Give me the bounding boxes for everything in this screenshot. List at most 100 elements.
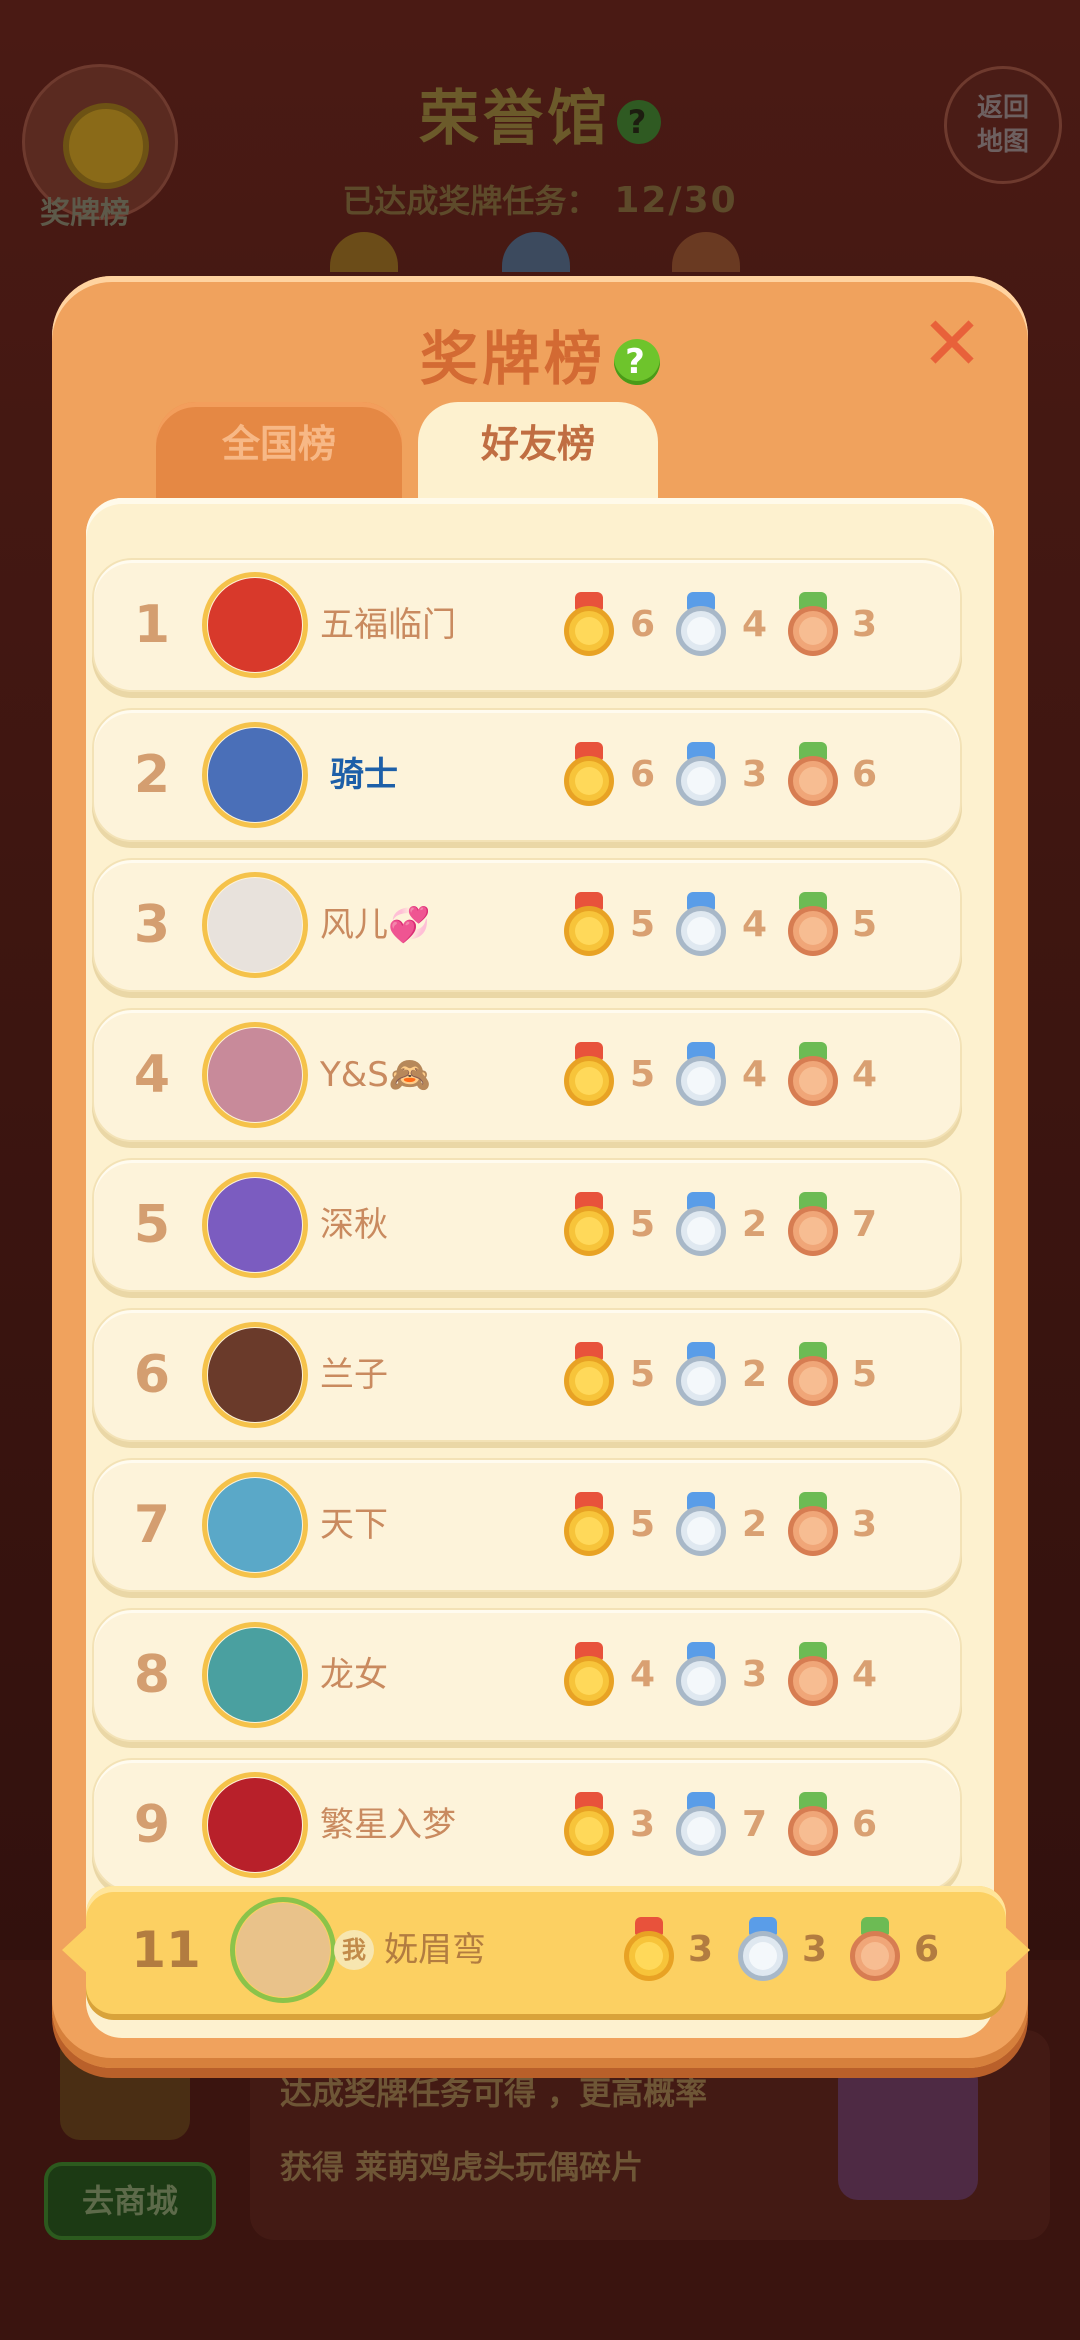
bronze-count: 6 bbox=[852, 1804, 878, 1845]
player-nickname: Y&S🙈 bbox=[320, 1055, 432, 1095]
rank-number: 3 bbox=[133, 895, 171, 955]
leaderboard-row[interactable]: 5 深秋 5 2 7 bbox=[92, 1158, 962, 1292]
silver-medal-icon bbox=[676, 892, 726, 958]
bronze-medal-icon bbox=[788, 1342, 838, 1408]
help-icon[interactable]: ? bbox=[617, 100, 661, 145]
gold-count: 5 bbox=[630, 1054, 656, 1095]
avatar-frame bbox=[202, 872, 308, 978]
player-nickname: 兰子 bbox=[320, 1355, 388, 1395]
gold-count: 5 bbox=[630, 1204, 656, 1245]
bronze-count: 6 bbox=[852, 754, 878, 795]
bronze-medal-icon bbox=[788, 892, 838, 958]
rank-number: 8 bbox=[133, 1645, 171, 1705]
avatar-frame bbox=[202, 1772, 308, 1878]
progress-value: 12/30 bbox=[614, 180, 738, 221]
my-silver-count: 3 bbox=[802, 1929, 828, 1970]
leaderboard-row[interactable]: 6 兰子 5 2 5 bbox=[92, 1308, 962, 1442]
rank-number: 2 bbox=[133, 745, 171, 805]
gold-count: 5 bbox=[630, 1504, 656, 1545]
silver-count: 4 bbox=[742, 1054, 768, 1095]
reward-info-line-2: 获得 莱萌鸡虎头玩偶碎片 bbox=[280, 2148, 644, 2186]
tab-friends[interactable]: 好友榜 bbox=[418, 402, 658, 512]
dialog-title-text: 奖牌榜 bbox=[419, 325, 606, 393]
player-nickname: 天下 bbox=[320, 1505, 388, 1545]
help-icon[interactable]: ? bbox=[614, 339, 660, 385]
rank-number: 4 bbox=[133, 1045, 171, 1105]
hall-title-text: 荣誉馆 bbox=[419, 84, 611, 154]
gift-box-icon bbox=[838, 2060, 978, 2200]
rank-number: 1 bbox=[133, 595, 171, 655]
rank-number: 7 bbox=[133, 1495, 171, 1555]
gold-medal-icon bbox=[564, 1792, 614, 1858]
my-avatar-frame bbox=[230, 1897, 336, 2003]
gold-count: 6 bbox=[630, 754, 656, 795]
bronze-count: 4 bbox=[852, 1654, 878, 1695]
silver-count: 3 bbox=[742, 754, 768, 795]
silver-medal-icon bbox=[676, 1042, 726, 1108]
silver-medal-icon bbox=[676, 592, 726, 658]
bronze-medal-icon bbox=[788, 742, 838, 808]
self-row-left-arrow bbox=[62, 1926, 88, 1974]
gold-medal-icon bbox=[624, 1917, 674, 1983]
gold-medal-icon bbox=[564, 742, 614, 808]
my-rank-row[interactable]: 11 我 妩眉弯 3 3 6 bbox=[86, 1886, 1006, 2014]
progress-label: 已达成奖牌任务： bbox=[342, 182, 599, 220]
gold-count: 4 bbox=[630, 1654, 656, 1695]
bronze-medal-icon bbox=[788, 1642, 838, 1708]
gold-count: 6 bbox=[630, 604, 656, 645]
gold-medal-icon bbox=[564, 1492, 614, 1558]
gold-medal-icon bbox=[564, 592, 614, 658]
avatar-frame bbox=[202, 1322, 308, 1428]
gold-medal-icon bbox=[564, 1042, 614, 1108]
leaderboard-row[interactable]: 2 骑士 6 3 6 bbox=[92, 708, 962, 842]
my-nickname: 妩眉弯 bbox=[384, 1930, 486, 1970]
tab-national[interactable]: 全国榜 bbox=[156, 402, 402, 512]
player-nickname: 风儿💞 bbox=[320, 905, 431, 945]
silver-medal-icon bbox=[676, 1492, 726, 1558]
silver-medal-icon bbox=[676, 1192, 726, 1258]
silver-medal-icon bbox=[676, 1792, 726, 1858]
bronze-medal-icon bbox=[850, 1917, 900, 1983]
gold-medal-icon bbox=[564, 892, 614, 958]
silver-count: 2 bbox=[742, 1204, 768, 1245]
bronze-count: 5 bbox=[852, 1354, 878, 1395]
bronze-medal-icon bbox=[788, 1492, 838, 1558]
close-icon[interactable]: ✕ bbox=[920, 307, 984, 381]
player-nickname: 龙女 bbox=[320, 1655, 388, 1695]
leaderboard-row[interactable]: 3 风儿💞 5 4 5 bbox=[92, 858, 962, 992]
silver-count: 4 bbox=[742, 904, 768, 945]
gold-count: 3 bbox=[630, 1804, 656, 1845]
gold-count: 5 bbox=[630, 904, 656, 945]
player-nickname: 五福临门 bbox=[320, 605, 456, 645]
gold-medal-icon bbox=[564, 1192, 614, 1258]
leaderboard-row[interactable]: 7 天下 5 2 3 bbox=[92, 1458, 962, 1592]
avatar-frame bbox=[202, 1622, 308, 1728]
me-badge: 我 bbox=[334, 1930, 374, 1970]
leaderboard-row[interactable]: 9 繁星入梦 3 7 6 bbox=[92, 1758, 962, 1892]
leaderboard-row[interactable]: 8 龙女 4 3 4 bbox=[92, 1608, 962, 1742]
silver-medal-icon bbox=[676, 1342, 726, 1408]
bronze-medal-icon bbox=[788, 592, 838, 658]
silver-medal-icon bbox=[676, 742, 726, 808]
avatar-frame bbox=[202, 1472, 308, 1578]
silver-count: 2 bbox=[742, 1354, 768, 1395]
avatar-frame bbox=[202, 1172, 308, 1278]
avatar-frame bbox=[202, 572, 308, 678]
my-gold-count: 3 bbox=[688, 1929, 714, 1970]
bronze-count: 3 bbox=[852, 1504, 878, 1545]
player-nickname: 繁星入梦 bbox=[320, 1805, 456, 1845]
gold-medal-icon bbox=[564, 1342, 614, 1408]
silver-count: 3 bbox=[742, 1654, 768, 1695]
leaderboard-row[interactable]: 4 Y&S🙈 5 4 4 bbox=[92, 1008, 962, 1142]
bronze-count: 3 bbox=[852, 604, 878, 645]
bronze-medal-icon bbox=[788, 1042, 838, 1108]
self-row-right-arrow bbox=[1004, 1926, 1030, 1974]
reward-info-line-1: 达成奖牌任务可得 ，更高概率 bbox=[280, 2074, 708, 2112]
leaderboard-row[interactable]: 1 五福临门 6 4 3 bbox=[92, 558, 962, 692]
hall-of-honor-title: 荣誉馆? bbox=[0, 70, 1080, 157]
my-bronze-count: 6 bbox=[914, 1929, 940, 1970]
medal-task-progress: 已达成奖牌任务： 12/30 bbox=[0, 176, 1080, 222]
back-to-map-label: 返回地图 bbox=[976, 93, 1029, 157]
back-to-map-button[interactable]: 返回地图 bbox=[944, 66, 1062, 184]
go-to-shop-button[interactable]: 去商城 bbox=[44, 2162, 216, 2240]
